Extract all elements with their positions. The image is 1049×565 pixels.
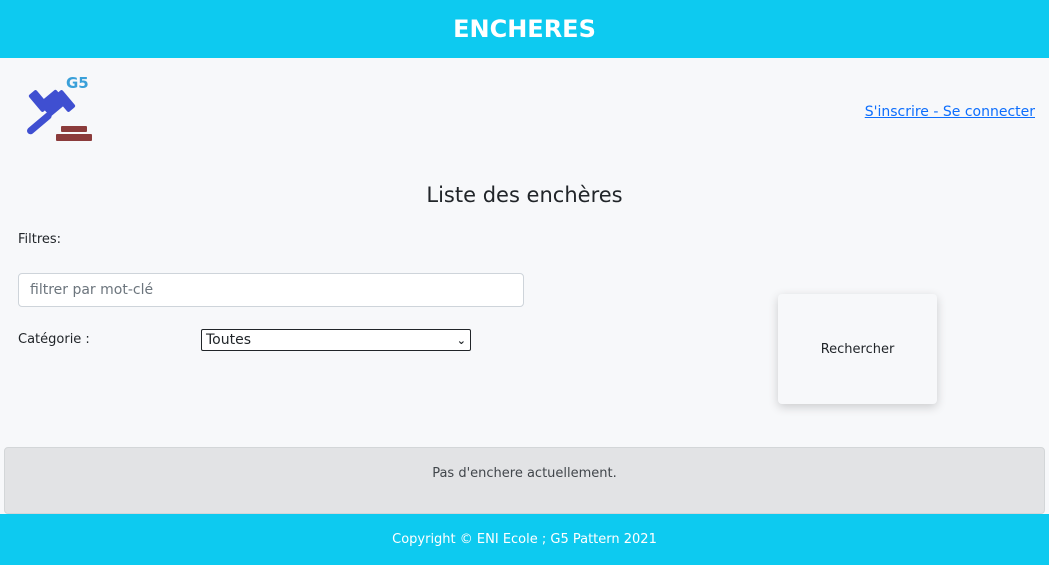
copyright-text: Copyright © ENI Ecole ; G5 Pattern 2021 bbox=[392, 532, 657, 547]
empty-auction-message: Pas d'enchere actuellement. bbox=[432, 466, 617, 481]
chevron-down-icon: ⌄ bbox=[456, 333, 466, 347]
category-select[interactable]: Toutes ⌄ bbox=[201, 329, 471, 351]
category-selected-value: Toutes bbox=[206, 332, 252, 348]
empty-auction-alert: Pas d'enchere actuellement. bbox=[4, 447, 1045, 514]
page-title: Liste des enchères bbox=[426, 183, 623, 207]
category-label: Catégorie : bbox=[18, 332, 90, 347]
signup-login-link[interactable]: S'inscrire - Se connecter bbox=[865, 104, 1035, 120]
logo-text: G5 bbox=[66, 74, 89, 92]
gavel-icon: G5 bbox=[27, 74, 92, 141]
site-title: ENCHERES bbox=[453, 15, 596, 43]
top-header: ENCHERES bbox=[0, 0, 1049, 58]
keyword-search-input[interactable] bbox=[18, 273, 524, 307]
footer: Copyright © ENI Ecole ; G5 Pattern 2021 bbox=[0, 514, 1049, 565]
search-button[interactable]: Rechercher bbox=[778, 294, 937, 404]
filters-label: Filtres: bbox=[18, 232, 62, 247]
site-logo[interactable]: G5 bbox=[22, 74, 94, 144]
